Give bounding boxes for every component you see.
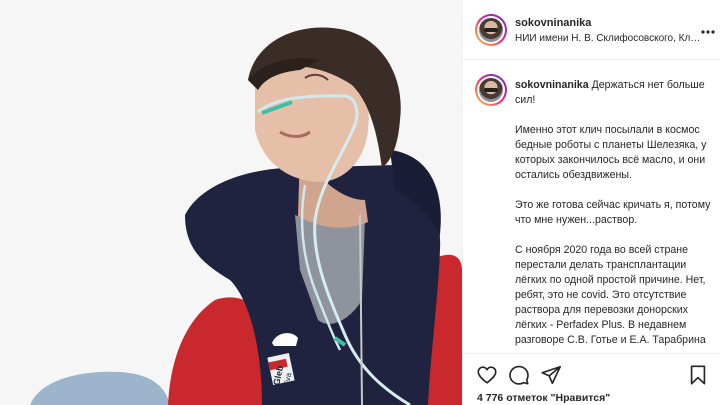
heart-icon [477, 366, 497, 384]
more-horizontal-icon [701, 30, 715, 34]
caption-avatar[interactable] [475, 74, 507, 106]
caption-paragraph: С ноября 2020 года во всей стране перест… [515, 244, 706, 346]
comment-icon [509, 365, 529, 385]
location-link[interactable]: НИИ имени Н. В. Склифосовского, Клинико.… [515, 33, 703, 44]
post-side-panel: sokovninanika НИИ имени Н. В. Склифосовс… [462, 0, 720, 405]
bookmark-icon [690, 365, 706, 385]
caption-username[interactable]: sokovninanika [515, 79, 589, 91]
post-actions-bar: 4 776 отметок "Нравится" [463, 353, 720, 405]
save-button[interactable] [687, 364, 709, 386]
comment-button[interactable] [508, 364, 530, 386]
like-button[interactable] [476, 364, 498, 386]
avatar[interactable] [475, 14, 507, 46]
caption: sokovninanika Держаться нет больше сил! И… [515, 78, 711, 348]
post-image: Gleb Sva [0, 0, 462, 405]
more-options-button[interactable] [701, 24, 715, 40]
share-button[interactable] [540, 364, 562, 386]
username-link[interactable]: sokovninanika [515, 17, 591, 29]
post-header: sokovninanika НИИ имени Н. В. Склифосовс… [463, 0, 720, 60]
paper-plane-icon [541, 365, 561, 385]
caption-area: sokovninanika Держаться нет больше сил! И… [463, 61, 720, 353]
caption-paragraph: Это же готова сейчас кричать я, потому ч… [515, 199, 711, 226]
likes-count[interactable]: 4 776 отметок "Нравится" [477, 392, 610, 404]
caption-paragraph: Именно этот клич посылали в космос бедны… [515, 124, 707, 181]
post-photo[interactable]: Gleb Sva [0, 0, 462, 405]
